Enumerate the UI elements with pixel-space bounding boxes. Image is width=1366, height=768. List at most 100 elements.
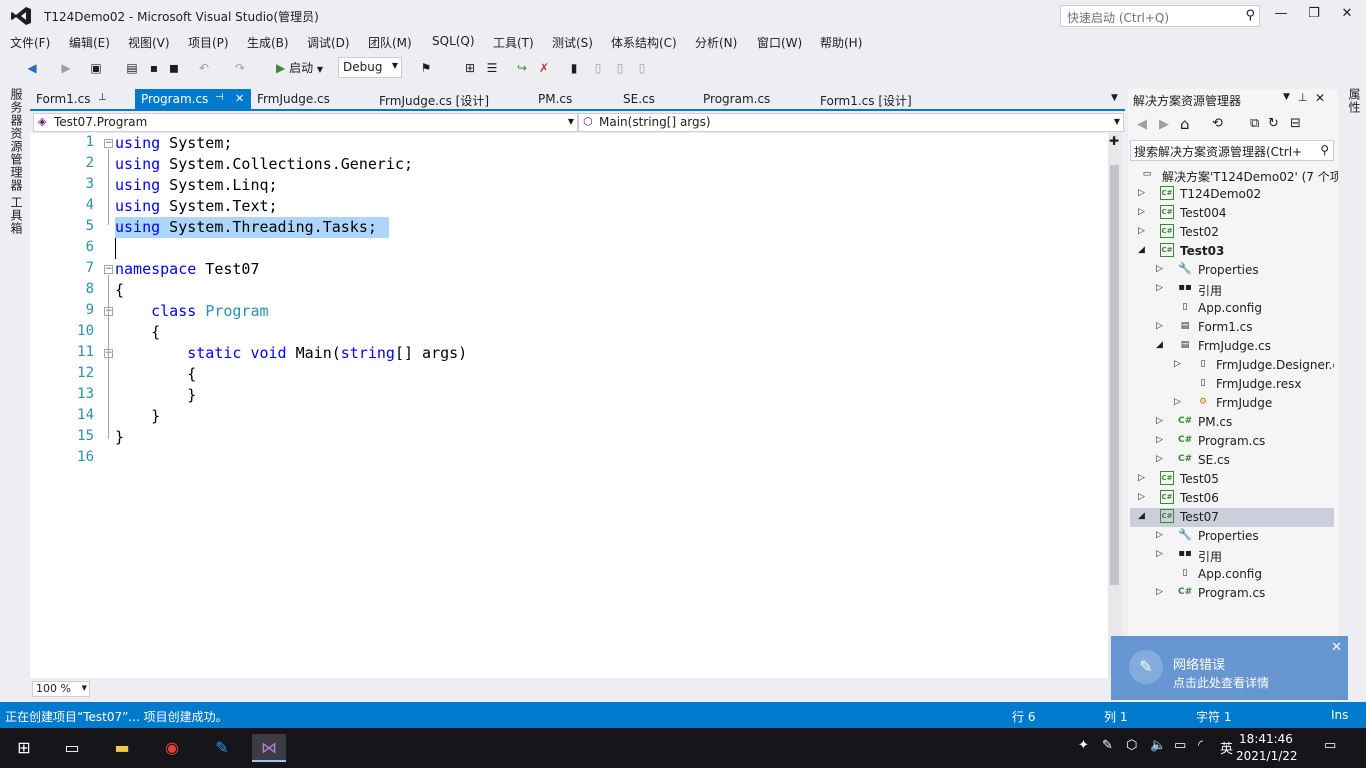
tree-frmjudge-designer[interactable]: ▷ ▯ FrmJudge.Designer.c	[1130, 356, 1334, 375]
new-project-icon[interactable]: ▣	[88, 60, 104, 76]
close-tab-icon[interactable]: ✕	[235, 92, 244, 105]
expand-icon[interactable]: ▷	[1156, 454, 1163, 464]
minimize-button[interactable]: —	[1270, 6, 1292, 21]
member-selector[interactable]: ⬡ Main(string[] args) ▼	[578, 113, 1124, 132]
collapse-all-icon[interactable]: ⊟	[1290, 116, 1301, 131]
collapse-usings-icon[interactable]: −	[104, 139, 113, 148]
tree-project-test07[interactable]: ◢ C# Test07	[1130, 508, 1334, 527]
server-explorer-tab[interactable]: 服务器资源管理器	[8, 88, 25, 192]
tree-references-test07[interactable]: ▷ ▪▪ 引用	[1130, 546, 1334, 565]
expand-icon[interactable]: ▷	[1156, 587, 1163, 597]
expand-icon[interactable]: ▷	[1138, 207, 1145, 217]
menu-view[interactable]: 视图(V)	[128, 34, 170, 51]
collapse-icon[interactable]: ◢	[1156, 340, 1163, 350]
tree-project-t124demo02[interactable]: ▷ C# T124Demo02	[1130, 185, 1334, 204]
close-notification-icon[interactable]: ✕	[1331, 640, 1342, 655]
start-debug-button[interactable]: ▶ 启动 ▼	[276, 59, 323, 76]
menu-team[interactable]: 团队(M)	[368, 34, 412, 51]
menu-edit[interactable]: 编辑(E)	[69, 34, 110, 51]
forward-icon[interactable]: ▶	[58, 60, 74, 76]
tree-project-test05[interactable]: ▷ C# Test05	[1130, 470, 1334, 489]
menu-analyze[interactable]: 分析(N)	[695, 34, 737, 51]
expand-icon[interactable]: ▷	[1174, 359, 1181, 369]
bookmark-icon[interactable]: ▮	[566, 60, 582, 76]
tab-pm-cs[interactable]: PM.cs	[532, 89, 578, 110]
menu-help[interactable]: 帮助(H)	[820, 34, 862, 51]
tree-program-cs-test07[interactable]: ▷ C# Program.cs	[1130, 584, 1334, 603]
bookmark-folder-icon[interactable]: ▯	[612, 60, 628, 76]
tree-app-config-test07[interactable]: ▯ App.config	[1130, 565, 1334, 584]
quick-launch-input[interactable]: 快速启动 (Ctrl+Q) ⚲	[1060, 5, 1260, 27]
menu-window[interactable]: 窗口(W)	[757, 34, 802, 51]
class-selector[interactable]: ◈ Test07.Program ▼	[33, 113, 578, 132]
sync-icon[interactable]: ⟲	[1212, 116, 1223, 131]
expand-icon[interactable]: ▷	[1156, 283, 1163, 293]
toolbox-tab[interactable]: 工具箱	[8, 196, 25, 235]
forward-icon[interactable]: ▶	[1159, 117, 1169, 132]
pin-icon[interactable]: ⊥	[98, 92, 107, 103]
dropdown-icon[interactable]: ▼	[1283, 92, 1290, 102]
task-view-icon[interactable]: ▭	[58, 734, 86, 762]
tree-references[interactable]: ▷ ▪▪ 引用	[1130, 280, 1334, 299]
menu-sql[interactable]: SQL(Q)	[432, 34, 475, 48]
file-explorer-icon[interactable]: ▬	[108, 734, 136, 762]
system-clock[interactable]: 18:41:46 2021/1/22	[1236, 731, 1298, 765]
tree-app-config[interactable]: ▯ App.config	[1130, 299, 1334, 318]
tree-properties-test07[interactable]: ▷ 🔧 Properties	[1130, 527, 1334, 546]
comment-icon[interactable]: ☰	[484, 60, 500, 76]
tree-program-cs[interactable]: ▷ C# Program.cs	[1130, 432, 1334, 451]
collapse-icon[interactable]: ◢	[1138, 511, 1145, 521]
menu-debug[interactable]: 调试(D)	[307, 34, 350, 51]
expand-icon[interactable]: ▷	[1138, 226, 1145, 236]
tree-project-test004[interactable]: ▷ C# Test004	[1130, 204, 1334, 223]
notes-tray-icon[interactable]: ✎	[1102, 738, 1113, 753]
expand-icon[interactable]: ▷	[1156, 530, 1163, 540]
input-method-indicator[interactable]: 英	[1220, 738, 1233, 757]
menu-project[interactable]: 项目(P)	[188, 34, 229, 51]
tab-form1-cs[interactable]: Form1.cs ⊥	[30, 89, 135, 110]
maximize-button[interactable]: ❐	[1303, 6, 1325, 21]
home-icon[interactable]: ⌂	[1180, 115, 1190, 133]
expand-icon[interactable]: ▷	[1174, 397, 1181, 407]
tab-overflow-icon[interactable]: ▼	[1111, 93, 1118, 103]
save-all-icon[interactable]: ◼	[166, 60, 182, 76]
collapse-icon[interactable]: ◢	[1138, 245, 1145, 255]
bookmark-clear-all-icon[interactable]: ▯	[634, 60, 650, 76]
pending-changes-icon[interactable]: ⧉	[1250, 116, 1259, 131]
expand-icon[interactable]: ▷	[1156, 416, 1163, 426]
bookmark-prev-icon[interactable]: ▯	[590, 60, 606, 76]
expand-icon[interactable]: ▷	[1138, 188, 1145, 198]
tab-program-cs[interactable]: Program.cs ⊣ ✕	[135, 89, 251, 110]
close-window-button[interactable]: ✕	[1336, 6, 1358, 21]
expand-icon[interactable]: ▷	[1138, 492, 1145, 502]
tab-program-cs-2[interactable]: Program.cs	[697, 89, 776, 110]
windows-start-icon[interactable]: ⊞	[10, 734, 38, 762]
redo-icon[interactable]: ↷	[232, 60, 248, 76]
tree-form1-cs[interactable]: ▷ ▤ Form1.cs	[1130, 318, 1334, 337]
tree-frmjudge-class[interactable]: ▷ ⚙ FrmJudge	[1130, 394, 1334, 413]
menu-build[interactable]: 生成(B)	[247, 34, 289, 51]
expand-icon[interactable]: ▷	[1156, 264, 1163, 274]
tree-solution[interactable]: ▭ 解决方案'T124Demo02' (7 个项	[1130, 166, 1342, 185]
back-icon[interactable]: ◀	[1137, 117, 1147, 132]
menu-tools[interactable]: 工具(T)	[493, 34, 534, 51]
menu-test[interactable]: 测试(S)	[552, 34, 593, 51]
collapse-namespace-icon[interactable]: −	[104, 265, 113, 274]
save-icon[interactable]: ▪	[146, 60, 162, 76]
attach-icon[interactable]: ⚑	[418, 60, 434, 76]
solution-search-input[interactable]: 搜索解决方案资源管理器(Ctrl+ ⚲	[1130, 140, 1334, 161]
tree-project-test03[interactable]: ◢ C# Test03	[1130, 242, 1334, 261]
bookmark-clear-icon[interactable]: ✗	[536, 60, 552, 76]
menu-file[interactable]: 文件(F)	[10, 34, 50, 51]
notes-app-icon[interactable]: ✎	[208, 734, 236, 762]
color-app-icon[interactable]: ✦	[1078, 738, 1089, 753]
code-editor[interactable]: 1 2 3 4 5 6 7 8 9 10 11 12 13 14 15 16 −…	[30, 133, 1110, 678]
tree-frmjudge-cs[interactable]: ◢ ▤ FrmJudge.cs	[1130, 337, 1334, 356]
pin-icon[interactable]: ⊥	[1298, 91, 1308, 104]
solution-configuration-select[interactable]: Debug ▼	[338, 57, 402, 78]
tree-project-test06[interactable]: ▷ C# Test06	[1130, 489, 1334, 508]
visual-studio-taskbar-icon[interactable]: ⋈	[252, 734, 286, 762]
properties-tab[interactable]: 属性	[1346, 88, 1363, 114]
tree-pm-cs[interactable]: ▷ C# PM.cs	[1130, 413, 1334, 432]
notification-center-icon[interactable]: ▭	[1324, 738, 1336, 753]
